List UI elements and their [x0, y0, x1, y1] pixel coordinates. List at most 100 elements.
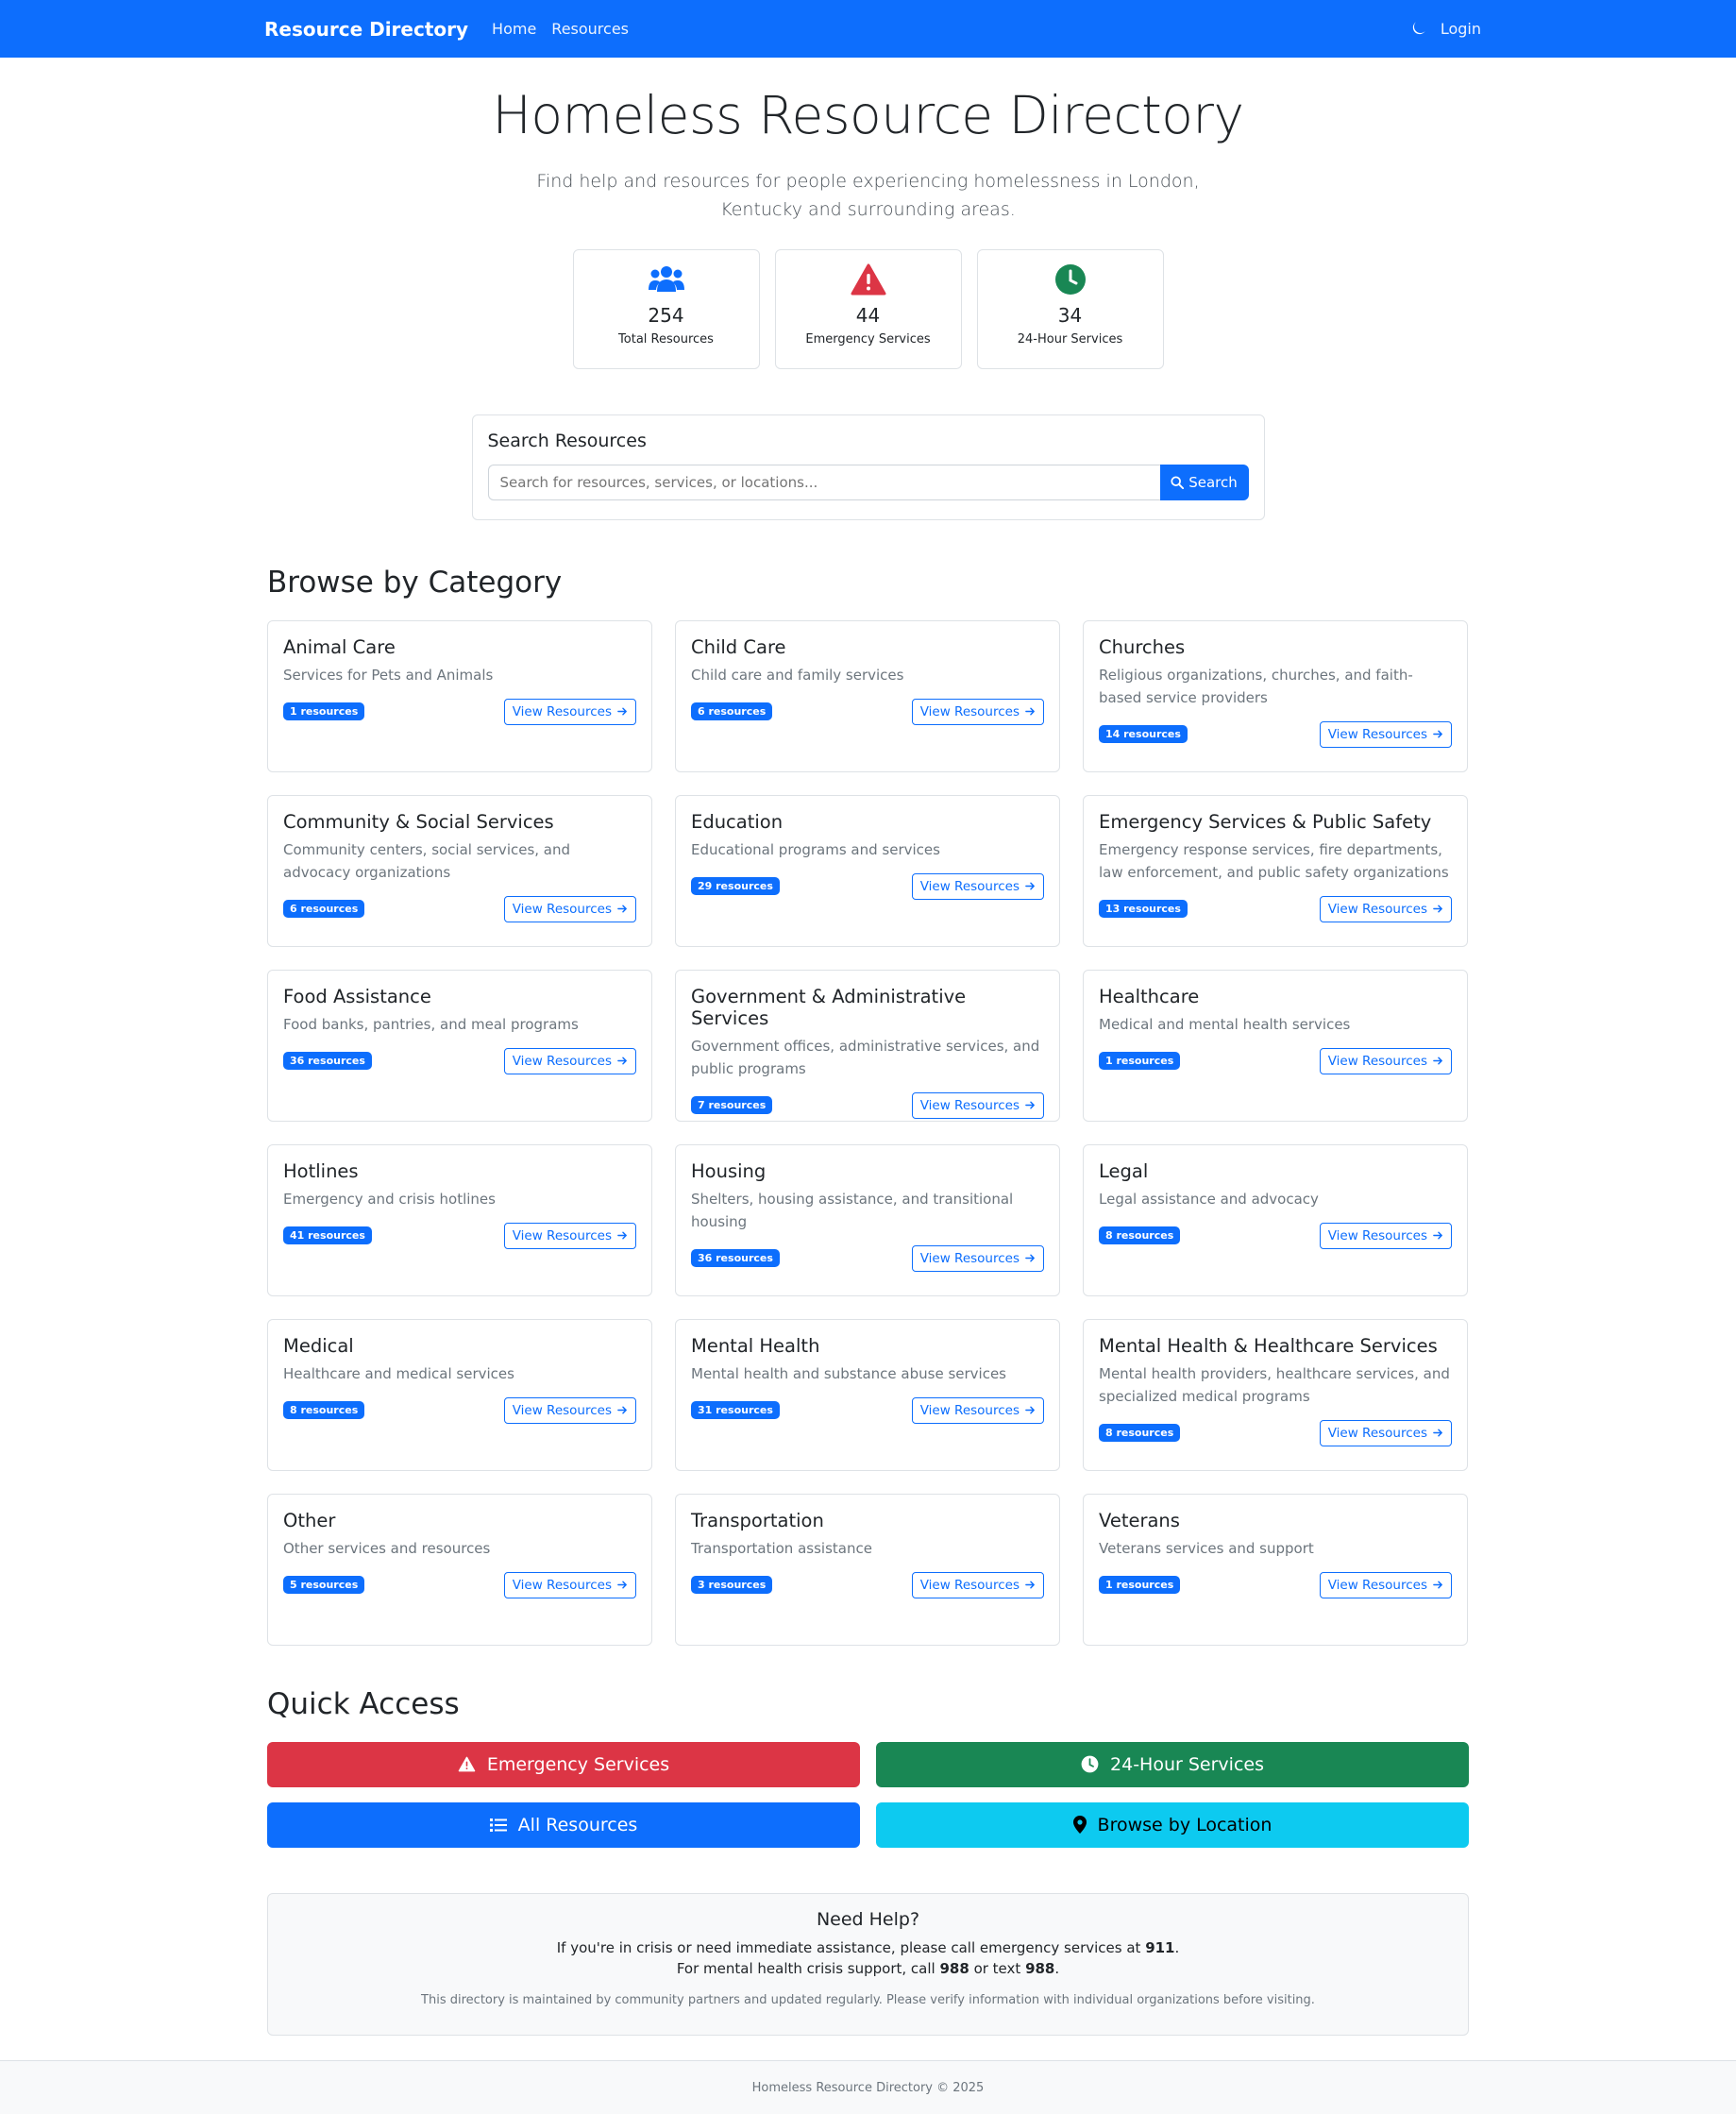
all-resources-button[interactable]: All Resources	[267, 1801, 860, 1848]
button-label: 24-Hour Services	[1110, 1753, 1264, 1775]
category-footer: 8 resources View Resources	[283, 1396, 636, 1424]
category-footer: 5 resources View Resources	[283, 1571, 636, 1598]
arrow-right-icon	[1025, 881, 1036, 891]
category-title: Government & Administrative Services	[691, 985, 967, 1029]
login-link[interactable]: Login	[1441, 20, 1481, 38]
view-resources-button[interactable]: View Resources	[503, 1222, 636, 1249]
view-resources-button[interactable]: View Resources	[1319, 1419, 1452, 1446]
view-resources-button[interactable]: View Resources	[503, 1047, 636, 1074]
category-footer: 1 resources View Resources	[283, 698, 636, 725]
view-resources-label: View Resources	[512, 1053, 612, 1069]
resource-count-badge: 8 resources	[1099, 1424, 1181, 1443]
help-title: Need Help?	[816, 1908, 920, 1930]
resource-count-badge: 1 resources	[283, 702, 365, 721]
view-resources-label: View Resources	[512, 1227, 612, 1243]
category-grid: Animal Care Services for Pets and Animals…	[267, 619, 1469, 1646]
clock-icon	[1081, 1755, 1099, 1773]
category-footer: 13 resources View Resources	[1099, 895, 1452, 922]
people-icon	[648, 265, 685, 299]
view-resources-label: View Resources	[919, 1250, 1020, 1266]
category-card: Government & Administrative Services Gove…	[675, 969, 1060, 1122]
search-button[interactable]: Search	[1159, 464, 1249, 500]
view-resources-label: View Resources	[919, 1402, 1020, 1418]
stat-value: 44	[855, 303, 881, 327]
category-card: Animal Care Services for Pets and Animals…	[267, 619, 652, 772]
nav-link-resources[interactable]: Resources	[551, 20, 629, 38]
category-card: Other Other services and resources 5 resou…	[267, 1493, 652, 1646]
view-resources-button[interactable]: View Resources	[1319, 1222, 1452, 1249]
category-description: Transportation assistance	[691, 1539, 872, 1557]
emergency-services-button[interactable]: Emergency Services	[267, 1741, 860, 1787]
category-description: Government offices, administrative servi…	[691, 1037, 1040, 1077]
view-resources-button[interactable]: View Resources	[1319, 1047, 1452, 1074]
view-resources-button[interactable]: View Resources	[911, 1571, 1044, 1598]
view-resources-button[interactable]: View Resources	[1319, 1571, 1452, 1598]
category-card: Community & Social Services Community cen…	[267, 794, 652, 947]
category-title: Other	[283, 1509, 336, 1531]
arrow-right-icon	[1433, 1230, 1443, 1241]
category-description: Community centers, social services, and …	[283, 840, 571, 881]
resource-count-badge: 41 resources	[283, 1226, 372, 1245]
arrow-right-icon	[1025, 1100, 1036, 1110]
category-description: Food banks, pantries, and meal programs	[283, 1015, 579, 1033]
clock-icon	[1052, 263, 1089, 299]
stat-total-resources: 254 Total Resources	[572, 248, 760, 369]
category-title: Mental Health & Healthcare Services	[1099, 1334, 1438, 1357]
resource-count-badge: 36 resources	[283, 1052, 372, 1071]
category-title: Animal Care	[283, 635, 396, 658]
footer-text: Homeless Resource Directory © 2025	[751, 2080, 985, 2095]
resource-count-badge: 8 resources	[283, 1401, 365, 1420]
footer: Homeless Resource Directory © 2025	[0, 2060, 1736, 2114]
view-resources-label: View Resources	[512, 901, 612, 917]
category-title: Community & Social Services	[283, 810, 554, 833]
view-resources-button[interactable]: View Resources	[911, 698, 1044, 725]
view-resources-button[interactable]: View Resources	[503, 1396, 636, 1424]
category-card: Hotlines Emergency and crisis hotlines 41 …	[267, 1143, 652, 1296]
view-resources-button[interactable]: View Resources	[503, 1571, 636, 1598]
24hour-services-button[interactable]: 24-Hour Services	[876, 1741, 1469, 1787]
category-card: Housing Shelters, housing assistance, and…	[675, 1143, 1060, 1296]
search-input[interactable]	[487, 464, 1160, 500]
category-card: Mental Health Mental health and substance…	[675, 1318, 1060, 1471]
quick-access-grid: Emergency Services 24-Hour Services All …	[267, 1741, 1469, 1848]
category-footer: 36 resources View Resources	[283, 1047, 636, 1074]
resource-count-badge: 1 resources	[1099, 1052, 1181, 1071]
view-resources-button[interactable]: View Resources	[1319, 720, 1452, 748]
view-resources-button[interactable]: View Resources	[503, 698, 636, 725]
view-resources-button[interactable]: View Resources	[503, 895, 636, 922]
moon-icon[interactable]	[1410, 21, 1425, 37]
category-card: Veterans Veterans services and support 1 r…	[1083, 1493, 1468, 1646]
view-resources-label: View Resources	[512, 703, 612, 719]
brand-link[interactable]: Resource Directory	[264, 18, 468, 41]
resource-count-badge: 7 resources	[691, 1096, 773, 1115]
page-title: Homeless Resource Directory	[492, 85, 1244, 145]
view-resources-button[interactable]: View Resources	[911, 1244, 1044, 1272]
resource-count-badge: 29 resources	[691, 877, 780, 896]
category-description: Emergency and crisis hotlines	[283, 1190, 496, 1208]
category-card: Transportation Transportation assistance 3…	[675, 1493, 1060, 1646]
view-resources-button[interactable]: View Resources	[911, 1091, 1044, 1119]
category-description: Services for Pets and Animals	[283, 666, 494, 684]
category-footer: 31 resources View Resources	[691, 1396, 1044, 1424]
view-resources-button[interactable]: View Resources	[911, 1396, 1044, 1424]
category-footer: 6 resources View Resources	[691, 698, 1044, 725]
browse-by-location-button[interactable]: Browse by Location	[876, 1801, 1469, 1848]
arrow-right-icon	[617, 706, 628, 717]
arrow-right-icon	[1433, 729, 1443, 739]
nav-link-home[interactable]: Home	[492, 20, 536, 38]
help-line-emergency: If you're in crisis or need immediate as…	[556, 1938, 1180, 1956]
view-resources-button[interactable]: View Resources	[1319, 895, 1452, 922]
arrow-right-icon	[1025, 706, 1036, 717]
list-icon	[489, 1818, 507, 1833]
category-card: Child Care Child care and family services…	[675, 619, 1060, 772]
category-title: Emergency Services & Public Safety	[1099, 810, 1432, 833]
category-footer: 8 resources View Resources	[1099, 1419, 1452, 1446]
button-label: All Resources	[517, 1814, 638, 1835]
view-resources-button[interactable]: View Resources	[911, 872, 1044, 900]
view-resources-label: View Resources	[1327, 1425, 1427, 1441]
resource-count-badge: 13 resources	[1099, 900, 1188, 919]
arrow-right-icon	[617, 1405, 628, 1415]
arrow-right-icon	[617, 1056, 628, 1066]
category-card: Emergency Services & Public Safety Emerge…	[1083, 794, 1468, 947]
arrow-right-icon	[617, 1230, 628, 1241]
